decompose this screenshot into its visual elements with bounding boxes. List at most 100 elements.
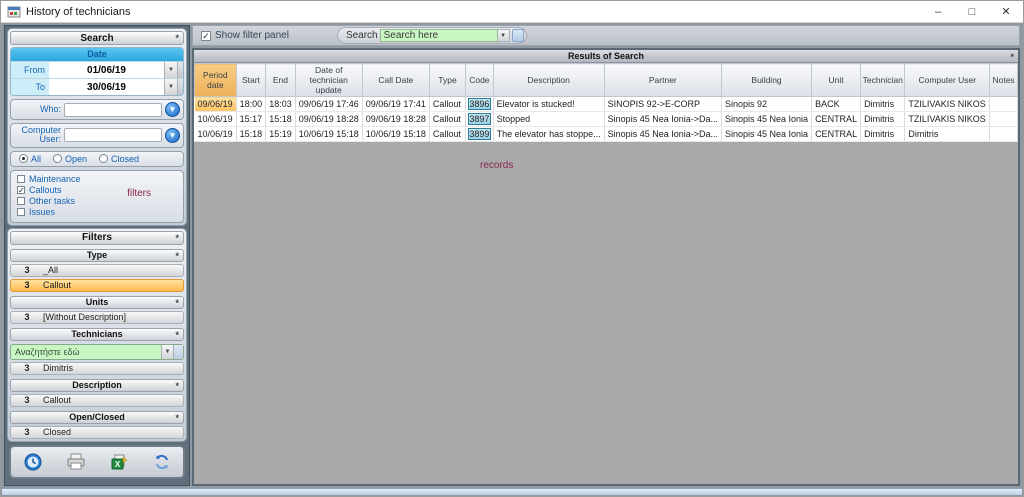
who-input[interactable] xyxy=(64,103,162,117)
close-button[interactable]: ✕ xyxy=(989,1,1023,22)
table-cell[interactable]: 10/06/19 xyxy=(195,127,237,142)
table-cell[interactable] xyxy=(990,112,1018,127)
date-to-spinner[interactable] xyxy=(177,79,183,95)
filter-row-closed[interactable]: 3 Closed xyxy=(10,426,184,439)
maximize-button[interactable]: □ xyxy=(955,1,989,22)
column-header-period-date[interactable]: Period date xyxy=(195,64,237,97)
filter-row-type-callout[interactable]: 3 Callout xyxy=(10,279,184,292)
filter-section-type-header[interactable]: Type * xyxy=(10,249,184,262)
table-cell[interactable]: 10/06/19 xyxy=(195,112,237,127)
computer-user-input[interactable] xyxy=(64,128,162,142)
filter-row-description-callout[interactable]: 3 Callout xyxy=(10,394,184,407)
search-panel-header[interactable]: Search * xyxy=(10,31,184,45)
checkbox-maintenance[interactable]: Maintenance xyxy=(17,174,183,184)
table-cell[interactable]: 3897 xyxy=(466,112,493,127)
column-header-code[interactable]: Code xyxy=(466,64,493,97)
refresh-icon[interactable] xyxy=(150,450,174,474)
filter-section-technicians-header[interactable]: Technicians * xyxy=(10,328,184,341)
table-cell[interactable]: 3896 xyxy=(466,97,493,112)
minimize-button[interactable]: – xyxy=(921,1,955,22)
main-search-input[interactable]: Search here xyxy=(380,29,498,42)
table-cell[interactable]: 09/06/19 18:28 xyxy=(362,112,429,127)
table-cell[interactable]: Dimitris xyxy=(905,127,990,142)
column-header-description[interactable]: Description xyxy=(493,64,604,97)
table-cell[interactable]: Sinopis 45 Nea Ionia->Da... xyxy=(604,127,721,142)
who-lookup-button[interactable]: ▼ xyxy=(165,102,180,117)
table-cell[interactable]: 15:17 xyxy=(236,112,266,127)
table-cell[interactable]: The elevator has stoppe... xyxy=(493,127,604,142)
technicians-search-button[interactable] xyxy=(173,345,183,359)
date-to-dropdown-icon[interactable]: ▼ xyxy=(164,79,177,95)
column-header-unit[interactable]: Unit xyxy=(812,64,861,97)
column-header-notes[interactable]: Notes xyxy=(990,64,1018,97)
table-cell[interactable]: Sinopis 45 Nea Ionia->Da... xyxy=(604,112,721,127)
table-cell[interactable] xyxy=(990,97,1018,112)
table-cell[interactable]: Sinopis 45 Nea Ionia xyxy=(722,127,812,142)
table-cell[interactable]: TZILIVAKIS NIKOS xyxy=(905,112,990,127)
column-header-building[interactable]: Building xyxy=(722,64,812,97)
table-cell[interactable]: Dimitris xyxy=(861,97,905,112)
table-cell[interactable]: Sinopis 45 Nea Ionia xyxy=(722,112,812,127)
radio-open[interactable]: Open xyxy=(53,154,87,164)
column-header-technician[interactable]: Technician xyxy=(861,64,905,97)
collapse-pin-icon[interactable]: * xyxy=(175,233,179,243)
table-cell[interactable]: 10/06/19 15:18 xyxy=(362,127,429,142)
date-from-spinner[interactable] xyxy=(177,62,183,78)
collapse-pin-icon[interactable]: * xyxy=(175,33,179,43)
table-cell[interactable]: BACK xyxy=(812,97,861,112)
table-cell[interactable]: 09/06/19 17:46 xyxy=(295,97,362,112)
checkbox-issues[interactable]: Issues xyxy=(17,207,183,217)
table-cell[interactable]: Callout xyxy=(429,97,465,112)
table-cell[interactable]: TZILIVAKIS NIKOS xyxy=(905,97,990,112)
technicians-search-input[interactable]: Αναζητήστε εδώ ▼ xyxy=(10,344,184,360)
filter-row-technician-dimitris[interactable]: 3 Dimitris xyxy=(10,362,184,375)
table-cell[interactable]: CENTRAL xyxy=(812,127,861,142)
column-header-start[interactable]: Start xyxy=(236,64,266,97)
collapse-pin-icon[interactable]: * xyxy=(1010,51,1014,64)
dropdown-arrow-icon[interactable]: ▼ xyxy=(161,345,173,359)
column-header-partner[interactable]: Partner xyxy=(604,64,721,97)
collapse-pin-icon[interactable]: * xyxy=(175,251,179,261)
filter-section-units-header[interactable]: Units * xyxy=(10,296,184,309)
table-cell[interactable] xyxy=(990,127,1018,142)
date-to-input[interactable]: 30/06/19 xyxy=(49,79,164,95)
table-cell[interactable]: CENTRAL xyxy=(812,112,861,127)
table-cell[interactable]: Sinopis 92 xyxy=(722,97,812,112)
collapse-pin-icon[interactable]: * xyxy=(175,381,179,391)
filter-row-units[interactable]: 3 [Without Description] xyxy=(10,311,184,324)
table-cell[interactable]: Elevator is stucked! xyxy=(493,97,604,112)
clock-icon[interactable] xyxy=(21,450,45,474)
collapse-pin-icon[interactable]: * xyxy=(175,413,179,423)
column-header-type[interactable]: Type xyxy=(429,64,465,97)
table-cell[interactable]: Callout xyxy=(429,112,465,127)
table-cell[interactable]: 09/06/19 17:41 xyxy=(362,97,429,112)
table-cell[interactable]: SINOPIS 92->E-CORP xyxy=(604,97,721,112)
show-filter-panel-checkbox[interactable]: ✓ xyxy=(201,31,211,41)
table-cell[interactable]: 18:00 xyxy=(236,97,266,112)
radio-all[interactable]: All xyxy=(19,154,41,164)
column-header-call-date[interactable]: Call Date xyxy=(362,64,429,97)
date-from-input[interactable]: 01/06/19 xyxy=(49,62,164,78)
radio-closed[interactable]: Closed xyxy=(99,154,139,164)
table-cell[interactable]: 15:18 xyxy=(236,127,266,142)
column-header-computer-user[interactable]: Computer User xyxy=(905,64,990,97)
filter-section-description-header[interactable]: Description * xyxy=(10,379,184,392)
table-cell[interactable]: 09/06/19 xyxy=(195,97,237,112)
dropdown-arrow-icon[interactable]: ▼ xyxy=(498,29,510,42)
checkbox-other-tasks[interactable]: Other tasks xyxy=(17,196,183,206)
results-header[interactable]: Results of Search * xyxy=(194,50,1018,63)
table-cell[interactable]: 3899 xyxy=(466,127,493,142)
table-cell[interactable]: 18:03 xyxy=(266,97,296,112)
computer-user-lookup-button[interactable]: ▼ xyxy=(165,128,180,143)
table-cell[interactable]: 15:18 xyxy=(266,112,296,127)
main-search-button[interactable] xyxy=(512,29,524,42)
table-cell[interactable]: Dimitris xyxy=(861,112,905,127)
filter-row-type-all[interactable]: 3 _All xyxy=(10,264,184,277)
checkbox-callouts[interactable]: Callouts xyxy=(17,185,183,195)
filters-panel-header[interactable]: Filters * xyxy=(10,231,184,245)
column-header-date-of-technician-update[interactable]: Date of technician update xyxy=(295,64,362,97)
table-cell[interactable]: Callout xyxy=(429,127,465,142)
table-cell[interactable]: 10/06/19 15:18 xyxy=(295,127,362,142)
column-header-end[interactable]: End xyxy=(266,64,296,97)
table-cell[interactable]: Dimitris xyxy=(861,127,905,142)
